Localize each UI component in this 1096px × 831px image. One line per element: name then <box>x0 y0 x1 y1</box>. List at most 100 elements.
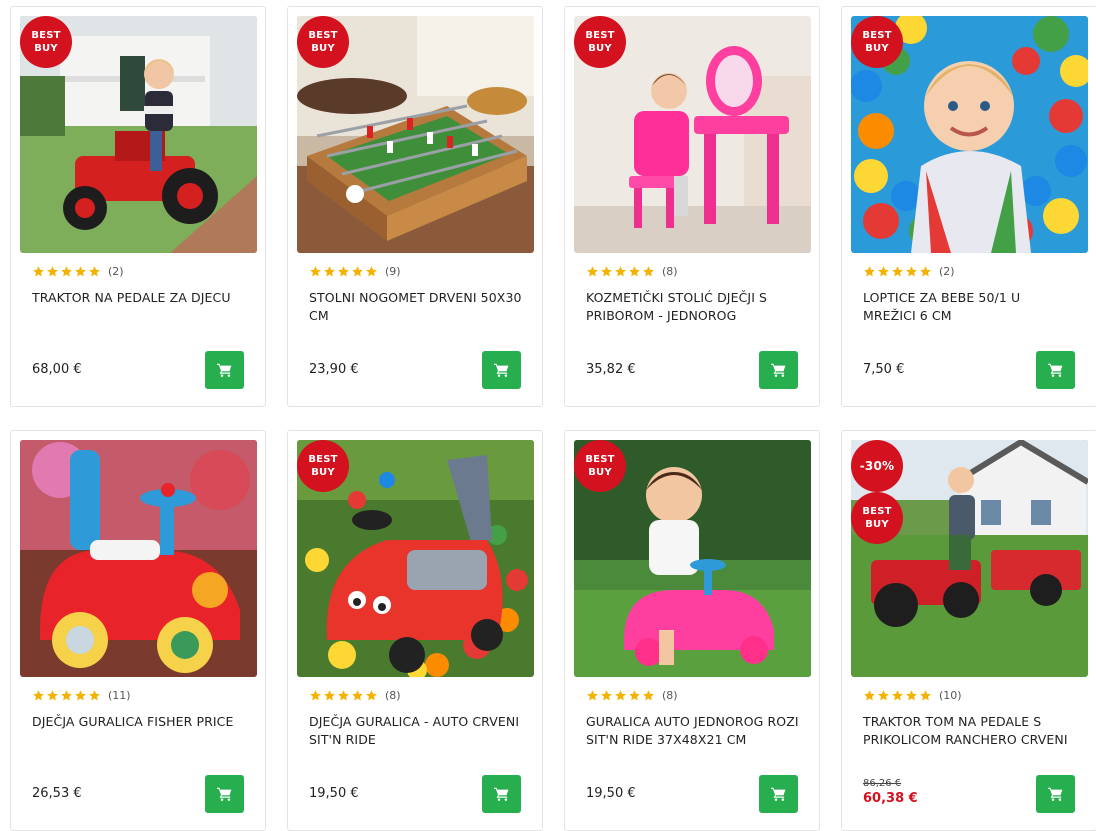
star-icon <box>643 266 654 277</box>
rating-count: (2) <box>939 265 955 278</box>
add-to-cart-button[interactable] <box>482 351 521 389</box>
star-icon <box>33 266 44 277</box>
product-price: 35,82 € <box>586 362 636 377</box>
product-price: 7,50 € <box>863 362 905 377</box>
add-to-cart-button[interactable] <box>759 775 798 813</box>
rating-stars: (11) <box>32 689 131 702</box>
shopping-cart-icon <box>771 787 786 801</box>
old-price: 86,26 € <box>863 778 902 789</box>
best-buy-badge: BEST BUY <box>574 440 626 492</box>
star-icon <box>892 690 903 701</box>
add-to-cart-button[interactable] <box>759 351 798 389</box>
star-icon <box>338 690 349 701</box>
star-icon <box>366 690 377 701</box>
product-title[interactable]: Loptice za bebe 50/1 u mrežici 6 cm <box>863 289 1077 325</box>
star-icon <box>366 266 377 277</box>
rating-stars: (2) <box>32 265 124 278</box>
star-icon <box>601 690 612 701</box>
best-buy-badge: BEST BUY <box>574 16 626 68</box>
product-card[interactable]: (11) Dječja guralica Fisher Price 26,53 … <box>10 430 266 831</box>
best-buy-badge: BEST BUY <box>851 492 903 544</box>
product-card[interactable]: BEST BUY (9) Stolni nogomet drveni 50x30 … <box>287 6 543 407</box>
rating-count: (2) <box>108 265 124 278</box>
product-image[interactable] <box>20 440 257 677</box>
star-icon <box>601 266 612 277</box>
shopping-cart-icon <box>494 787 509 801</box>
shopping-cart-icon <box>494 363 509 377</box>
add-to-cart-button[interactable] <box>205 351 244 389</box>
product-card[interactable]: BEST BUY (2) Traktor na pedale za djecu 6… <box>10 6 266 407</box>
sale-price: 60,38 € <box>863 791 918 806</box>
product-card[interactable]: BEST BUY (8) Dječja guralica - auto crven… <box>287 430 543 831</box>
star-icon <box>324 266 335 277</box>
best-buy-badge: BEST BUY <box>851 16 903 68</box>
shopping-cart-icon <box>1048 787 1063 801</box>
rating-count: (8) <box>662 689 678 702</box>
product-title[interactable]: Dječja guralica Fisher Price <box>32 713 246 731</box>
rating-stars: (9) <box>309 265 401 278</box>
product-title[interactable]: Guralica auto jednorog rozi Sit'n Ride 3… <box>586 713 800 749</box>
shopping-cart-icon <box>217 787 232 801</box>
shopping-cart-icon <box>771 363 786 377</box>
star-icon <box>47 266 58 277</box>
best-buy-badge: BEST BUY <box>297 16 349 68</box>
product-card[interactable]: BEST BUY (2) Loptice za bebe 50/1 u mreži… <box>841 6 1096 407</box>
best-buy-badge: BEST BUY <box>297 440 349 492</box>
rating-count: (9) <box>385 265 401 278</box>
star-icon <box>352 690 363 701</box>
product-title[interactable]: Traktor Tom na pedale s prikolicom Ranch… <box>863 713 1077 749</box>
star-icon <box>906 690 917 701</box>
star-icon <box>615 266 626 277</box>
star-icon <box>310 690 321 701</box>
star-icon <box>629 266 640 277</box>
add-to-cart-button[interactable] <box>1036 775 1075 813</box>
product-image-ride-on-fisher <box>20 440 257 677</box>
star-icon <box>878 690 889 701</box>
star-icon <box>338 266 349 277</box>
discount-badge: -30% <box>851 440 903 492</box>
rating-stars: (8) <box>586 265 678 278</box>
add-to-cart-button[interactable] <box>482 775 521 813</box>
star-icon <box>920 690 931 701</box>
add-to-cart-button[interactable] <box>205 775 244 813</box>
product-price: 23,90 € <box>309 362 359 377</box>
product-title[interactable]: Kozmetički stolić dječji s priborom - je… <box>586 289 800 325</box>
rating-count: (8) <box>662 265 678 278</box>
best-buy-badge: BEST BUY <box>20 16 72 68</box>
product-card[interactable]: -30% BEST BUY (10) Traktor Tom na pedale … <box>841 430 1096 831</box>
star-icon <box>587 266 598 277</box>
add-to-cart-button[interactable] <box>1036 351 1075 389</box>
product-title[interactable]: Stolni nogomet drveni 50x30 cm <box>309 289 523 325</box>
star-icon <box>920 266 931 277</box>
star-icon <box>892 266 903 277</box>
rating-count: (11) <box>108 689 131 702</box>
product-title[interactable]: Traktor na pedale za djecu <box>32 289 246 307</box>
star-icon <box>75 266 86 277</box>
product-price: 19,50 € <box>586 786 636 801</box>
star-icon <box>33 690 44 701</box>
product-title[interactable]: Dječja guralica - auto crveni Sit'n Ride <box>309 713 523 749</box>
shopping-cart-icon <box>1048 363 1063 377</box>
star-icon <box>47 690 58 701</box>
product-card[interactable]: BEST BUY (8) Kozmetički stolić dječji s p… <box>564 6 820 407</box>
star-icon <box>61 266 72 277</box>
star-icon <box>615 690 626 701</box>
rating-stars: (8) <box>586 689 678 702</box>
shopping-cart-icon <box>217 363 232 377</box>
star-icon <box>352 266 363 277</box>
product-card[interactable]: BEST BUY (8) Guralica auto jednorog rozi … <box>564 430 820 831</box>
rating-count: (8) <box>385 689 401 702</box>
star-icon <box>587 690 598 701</box>
star-icon <box>878 266 889 277</box>
product-grid: BEST BUY (2) Traktor na pedale za djecu 6… <box>10 6 1096 831</box>
star-icon <box>629 690 640 701</box>
star-icon <box>75 690 86 701</box>
star-icon <box>89 690 100 701</box>
star-icon <box>324 690 335 701</box>
rating-stars: (8) <box>309 689 401 702</box>
product-price: 26,53 € <box>32 786 82 801</box>
star-icon <box>906 266 917 277</box>
rating-count: (10) <box>939 689 962 702</box>
star-icon <box>864 266 875 277</box>
rating-stars: (2) <box>863 265 955 278</box>
